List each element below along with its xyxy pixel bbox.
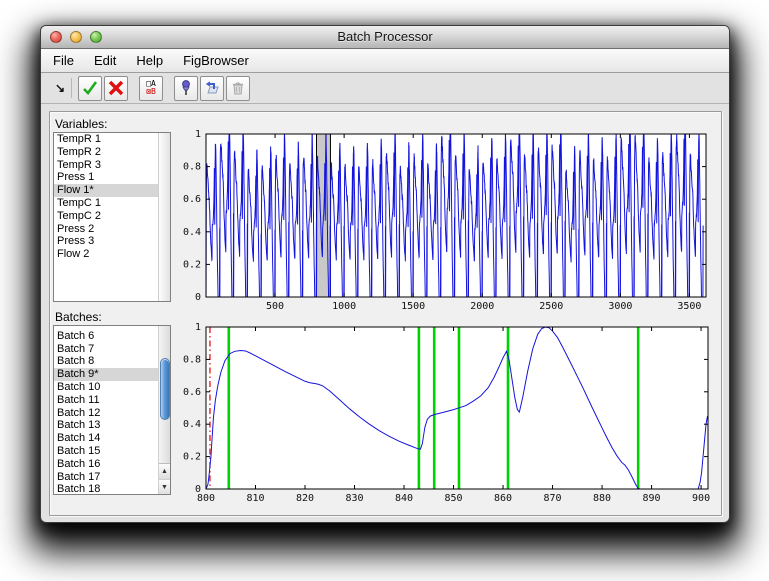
- variables-listbox[interactable]: TempR 1TempR 2TempR 3Press 1Flow 1*TempC…: [53, 132, 171, 302]
- list-item[interactable]: Batch 15: [54, 445, 158, 458]
- list-item[interactable]: Flow 1*: [54, 184, 158, 197]
- list-item[interactable]: Press 3: [54, 235, 158, 248]
- list-item[interactable]: Batch 8: [54, 355, 158, 368]
- svg-text:830: 830: [345, 493, 363, 504]
- svg-text:820: 820: [296, 493, 314, 504]
- toolbar-separator: [71, 78, 72, 98]
- cancel-button[interactable]: [104, 76, 128, 101]
- x-icon: [107, 79, 125, 97]
- scroll-down-button[interactable]: ▼: [159, 480, 170, 495]
- batches-list: Batch 5Batch 6Batch 7Batch 8Batch 9*Batc…: [54, 325, 158, 494]
- list-item[interactable]: Press 2: [54, 223, 158, 236]
- svg-text:850: 850: [445, 493, 463, 504]
- svg-text:890: 890: [643, 493, 661, 504]
- screenshot-canvas: { "window": { "title": "Batch Processor"…: [0, 0, 769, 581]
- svg-text:870: 870: [544, 493, 562, 504]
- batch-profile-plot[interactable]: 80081082083084085086087088089090000.20.4…: [181, 309, 729, 511]
- list-item[interactable]: TempR 3: [54, 159, 158, 172]
- svg-text:0.6: 0.6: [183, 387, 201, 398]
- list-item[interactable]: Batch 6: [54, 330, 158, 343]
- list-item[interactable]: TempR 2: [54, 146, 158, 159]
- list-item[interactable]: Batch 10: [54, 381, 158, 394]
- apply-button[interactable]: [78, 76, 102, 101]
- list-item[interactable]: Batch 18: [54, 483, 158, 494]
- toolbar: ↘ □A ⊠B: [41, 73, 729, 104]
- batches-listbox[interactable]: Batch 5Batch 6Batch 7Batch 8Batch 9*Batc…: [53, 325, 171, 495]
- svg-text:900: 900: [692, 493, 710, 504]
- list-item[interactable]: TempC 2: [54, 210, 158, 223]
- svg-text:840: 840: [395, 493, 413, 504]
- svg-text:860: 860: [494, 493, 512, 504]
- ab-compare-button[interactable]: □A ⊠B: [139, 76, 163, 101]
- menu-file[interactable]: File: [53, 53, 74, 68]
- batches-label: Batches:: [55, 310, 102, 324]
- variables-label: Variables:: [55, 117, 107, 131]
- window-title: Batch Processor: [41, 29, 729, 44]
- delete-button[interactable]: [226, 76, 250, 101]
- svg-text:880: 880: [593, 493, 611, 504]
- svg-text:0.4: 0.4: [183, 227, 201, 238]
- svg-text:0: 0: [195, 484, 201, 495]
- svg-text:0.4: 0.4: [183, 419, 201, 430]
- svg-text:0: 0: [195, 292, 201, 303]
- list-item[interactable]: Flow 2: [54, 248, 158, 261]
- swap-figure-button[interactable]: [200, 76, 224, 101]
- collapse-arrow-icon[interactable]: ↘: [51, 81, 69, 95]
- list-item[interactable]: Batch 13: [54, 419, 158, 432]
- variables-scrollbar[interactable]: [158, 133, 170, 301]
- batches-scrollbar[interactable]: ▲ ▼: [158, 326, 170, 494]
- swap-arrow-icon: [203, 79, 221, 97]
- scrollbar-thumb[interactable]: [160, 358, 170, 420]
- list-item[interactable]: Batch 12: [54, 407, 158, 420]
- svg-text:1: 1: [195, 322, 201, 333]
- svg-text:0.8: 0.8: [183, 354, 201, 365]
- batch-processor-window: Batch Processor File Edit Help FigBrowse…: [40, 25, 730, 523]
- list-item[interactable]: Batch 9*: [54, 368, 158, 381]
- variables-list: TempR 1TempR 2TempR 3Press 1Flow 1*TempC…: [54, 133, 158, 301]
- svg-text:810: 810: [246, 493, 264, 504]
- list-item[interactable]: Batch 11: [54, 394, 158, 407]
- scroll-up-button[interactable]: ▲: [159, 464, 170, 480]
- svg-text:1: 1: [195, 129, 201, 140]
- menu-edit[interactable]: Edit: [94, 53, 116, 68]
- list-item[interactable]: TempC 1: [54, 197, 158, 210]
- list-item[interactable]: Batch 17: [54, 471, 158, 484]
- trash-icon: [229, 79, 247, 97]
- svg-text:0.6: 0.6: [183, 194, 201, 205]
- pushpin-icon: [177, 79, 195, 97]
- svg-text:0.8: 0.8: [183, 162, 201, 173]
- list-item[interactable]: Batch 7: [54, 343, 158, 356]
- list-item[interactable]: Batch 16: [54, 458, 158, 471]
- list-item[interactable]: Press 1: [54, 171, 158, 184]
- full-signal-plot[interactable]: 50010001500200025003000350000.20.40.60.8…: [181, 116, 726, 318]
- menu-bar: File Edit Help FigBrowser: [41, 49, 729, 73]
- svg-text:0.2: 0.2: [183, 452, 201, 463]
- svg-text:0.2: 0.2: [183, 259, 201, 270]
- menu-figbrowser[interactable]: FigBrowser: [183, 53, 249, 68]
- pin-button[interactable]: [174, 76, 198, 101]
- check-icon: [81, 79, 99, 97]
- ab-checkbox-icon: □A ⊠B: [146, 80, 156, 96]
- list-item[interactable]: Batch 14: [54, 432, 158, 445]
- list-item[interactable]: TempR 1: [54, 133, 158, 146]
- title-bar[interactable]: Batch Processor: [41, 26, 729, 49]
- menu-help[interactable]: Help: [136, 53, 163, 68]
